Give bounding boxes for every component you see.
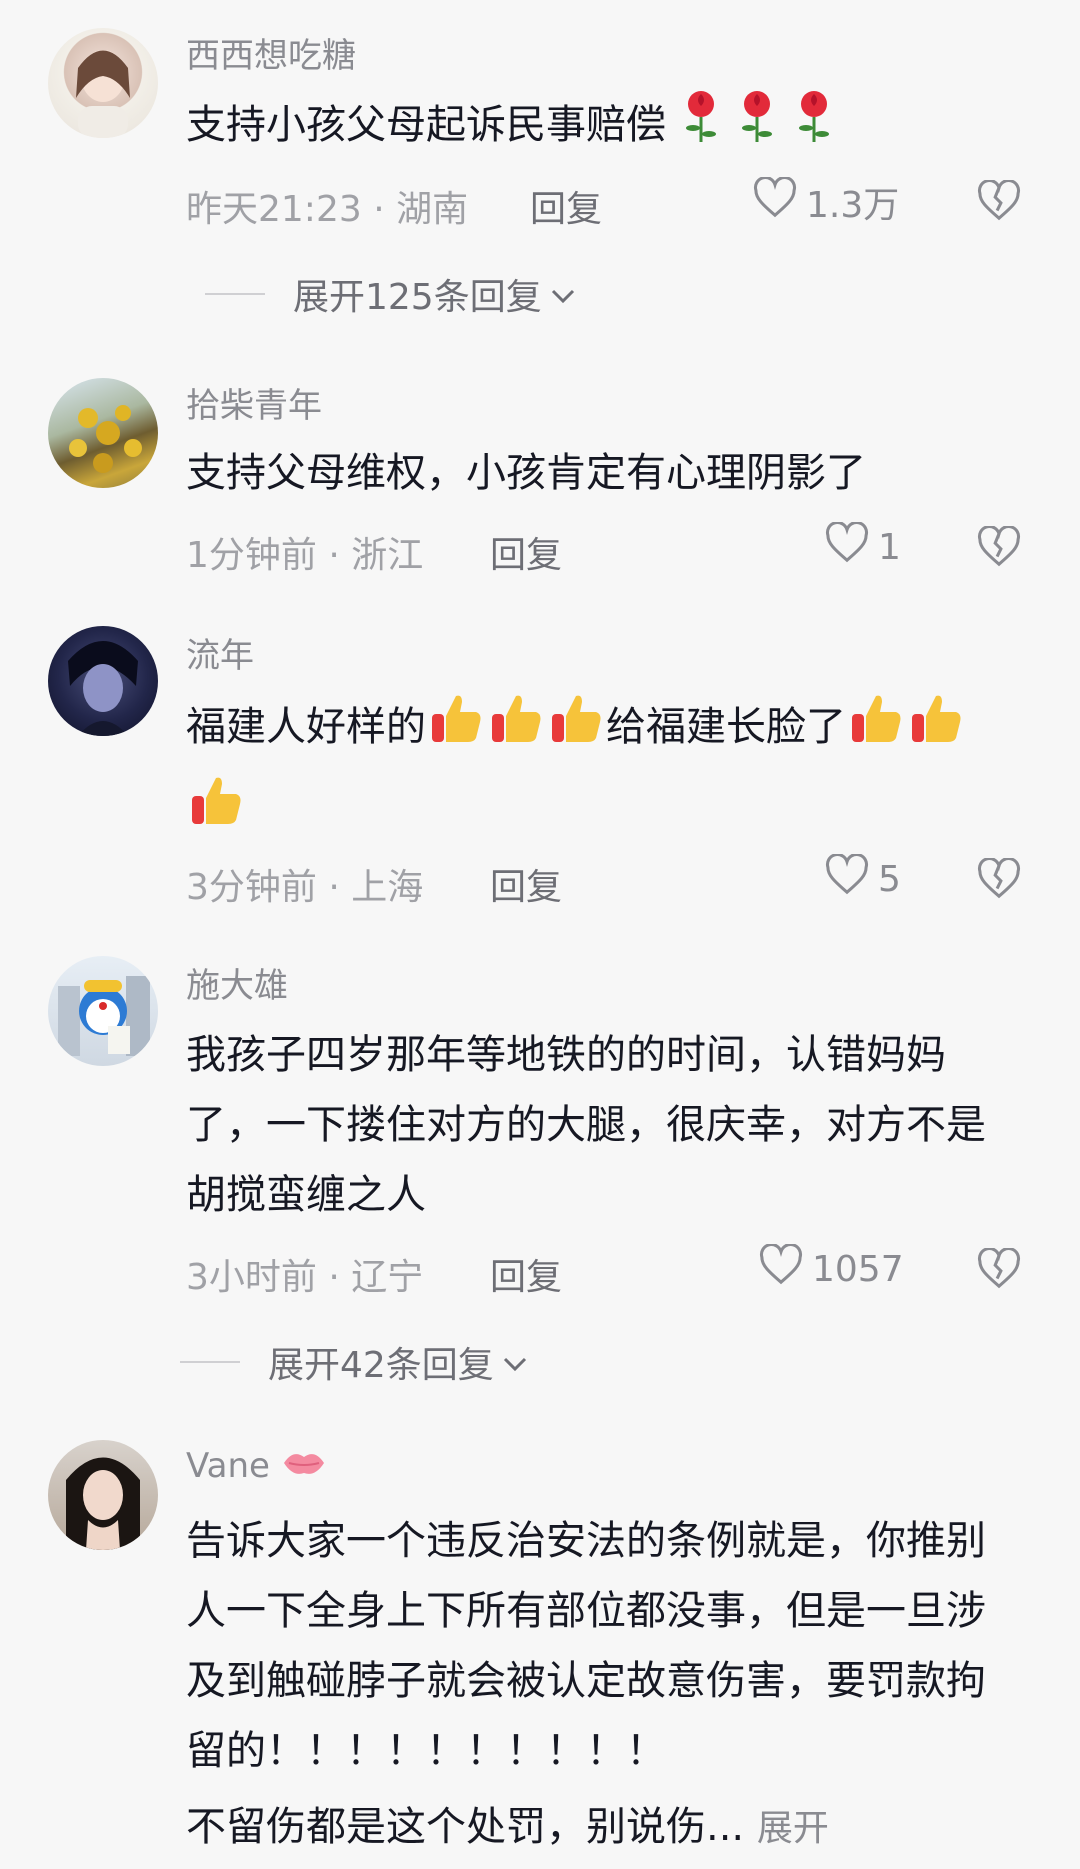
reply-button[interactable]: 回复 xyxy=(490,858,562,910)
rose-emoji-icon xyxy=(679,88,723,166)
heart-outline-icon xyxy=(758,1243,812,1295)
separator: · xyxy=(328,535,340,576)
username-text: Vane xyxy=(186,1446,270,1486)
like-button[interactable]: 1 xyxy=(824,521,901,573)
comment-meta: 昨天21:23 · 湖南 xyxy=(186,180,468,232)
broken-heart-icon xyxy=(976,1247,1022,1294)
comment-text: 支持父母维权，小孩肯定有心理阴影了 xyxy=(186,450,866,496)
location: 浙江 xyxy=(351,535,424,576)
comment-text-body: 给福建长脸了 xyxy=(606,704,846,750)
rose-emoji-icon xyxy=(792,88,836,166)
comment-meta: 3小时前 · 辽宁 xyxy=(186,1248,423,1300)
like-button[interactable]: 1.3万 xyxy=(752,175,900,228)
avatar[interactable] xyxy=(48,626,158,736)
like-button[interactable]: 5 xyxy=(824,853,901,905)
like-count: 1057 xyxy=(812,1249,904,1290)
dislike-button[interactable] xyxy=(976,857,1022,904)
reply-button[interactable]: 回复 xyxy=(530,180,602,232)
username[interactable]: 流年 xyxy=(186,628,254,677)
broken-heart-icon xyxy=(976,179,1022,226)
comment-text-tail: 不留伤都是这个处罚，别说伤... 展开 xyxy=(186,1792,1016,1864)
username[interactable]: 西西想吃糖 xyxy=(186,28,356,77)
broken-heart-icon xyxy=(976,525,1022,572)
reply-button[interactable]: 回复 xyxy=(490,526,562,578)
comment-text: 福建人好样的 给福建长脸了 xyxy=(186,688,1016,852)
avatar[interactable] xyxy=(48,378,158,488)
comment-text: 支持小孩父母起诉民事赔偿 xyxy=(186,88,1006,166)
expand-replies-button[interactable]: 展开125条回复 xyxy=(205,268,578,320)
divider-line xyxy=(205,293,265,295)
thumbs-up-emoji-icon xyxy=(906,688,966,770)
thumbs-up-emoji-icon xyxy=(486,688,546,770)
like-count: 5 xyxy=(878,859,901,900)
username[interactable]: Vane xyxy=(186,1446,327,1488)
timestamp: 3分钟前 xyxy=(186,867,317,908)
timestamp: 1分钟前 xyxy=(186,535,317,576)
dislike-button[interactable] xyxy=(976,179,1022,226)
like-count: 1.3万 xyxy=(806,185,900,226)
heart-outline-icon xyxy=(824,853,878,905)
thumbs-up-emoji-icon xyxy=(186,770,246,852)
comment-text: 告诉大家一个违反治安法的条例就是，你推别人一下全身上下所有部位都没事，但是一旦涉… xyxy=(186,1518,986,1774)
avatar[interactable] xyxy=(48,956,158,1066)
comment-text-body: 福建人好样的 xyxy=(186,704,426,750)
username[interactable]: 施大雄 xyxy=(186,958,288,1007)
avatar[interactable] xyxy=(48,1440,158,1550)
reply-button[interactable]: 回复 xyxy=(490,1248,562,1300)
expand-text-link[interactable]: 展开 xyxy=(757,1808,829,1849)
expand-replies-label: 展开125条回复 xyxy=(293,277,542,318)
timestamp: 昨天21:23 xyxy=(186,189,362,230)
timestamp: 3小时前 xyxy=(186,1257,317,1298)
comment-meta: 1分钟前 · 浙江 xyxy=(186,526,423,578)
expand-replies-label: 展开42条回复 xyxy=(268,1345,494,1386)
location: 上海 xyxy=(351,867,424,908)
divider-line xyxy=(180,1361,240,1363)
like-button[interactable]: 1057 xyxy=(758,1243,904,1295)
rose-emoji-icon xyxy=(735,88,779,166)
username[interactable]: 拾柴青年 xyxy=(186,378,322,427)
separator: · xyxy=(328,867,340,908)
dislike-button[interactable] xyxy=(976,525,1022,572)
comment-text: 我孩子四岁那年等地铁的的时间，认错妈妈了，一下搂住对方的大腿，很庆幸，对方不是胡… xyxy=(186,1032,986,1218)
thumbs-up-emoji-icon xyxy=(846,688,906,770)
broken-heart-icon xyxy=(976,857,1022,904)
avatar[interactable] xyxy=(48,28,158,138)
separator: · xyxy=(328,1257,340,1298)
chevron-down-icon xyxy=(542,274,578,315)
heart-outline-icon xyxy=(824,521,878,573)
separator: · xyxy=(373,189,385,230)
heart-outline-icon xyxy=(752,175,806,228)
chevron-down-icon xyxy=(494,1342,530,1383)
expand-replies-button[interactable]: 展开42条回复 xyxy=(180,1336,530,1388)
location: 湖南 xyxy=(396,189,469,230)
comment-text-body: 支持小孩父母起诉民事赔偿 xyxy=(186,102,666,148)
thumbs-up-emoji-icon xyxy=(546,688,606,770)
dislike-button[interactable] xyxy=(976,1247,1022,1294)
like-count: 1 xyxy=(878,527,901,568)
lips-emoji-icon xyxy=(281,1447,327,1488)
comment-meta: 3分钟前 · 上海 xyxy=(186,858,423,910)
location: 辽宁 xyxy=(351,1257,424,1298)
thumbs-up-emoji-icon xyxy=(426,688,486,770)
comment-text-truncated: 不留伤都是这个处罚，别说伤... xyxy=(186,1804,745,1850)
